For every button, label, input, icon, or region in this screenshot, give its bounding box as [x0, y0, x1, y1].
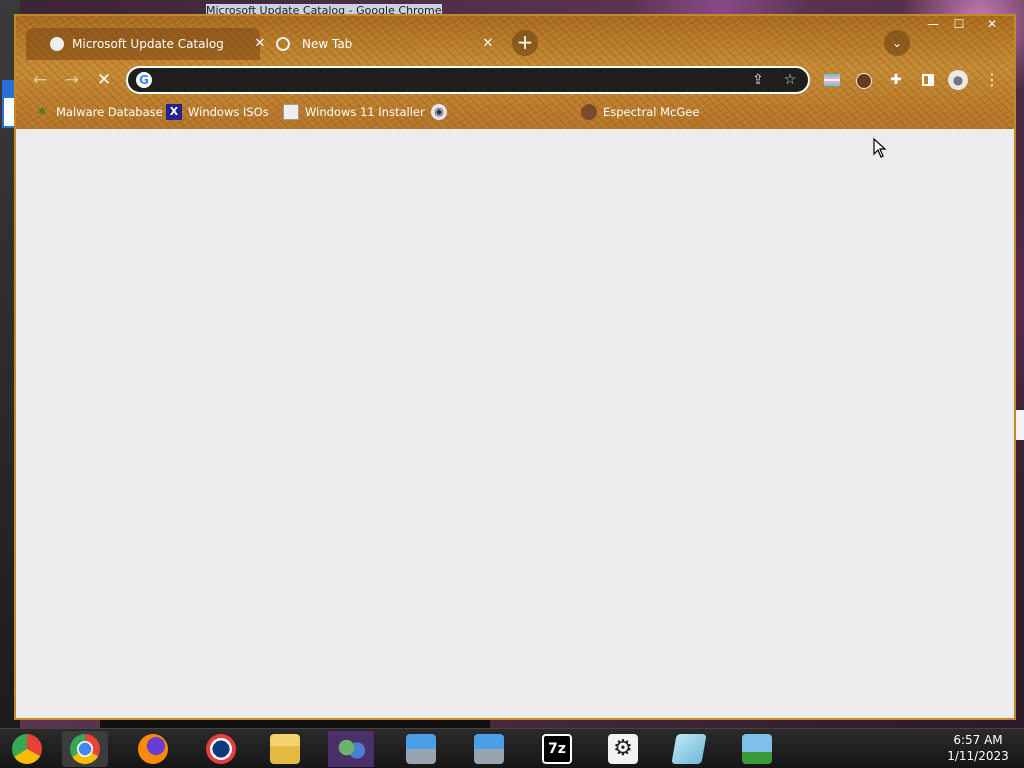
taskbar-7zip[interactable]: 7z — [534, 731, 580, 767]
close-tab-icon[interactable]: ✕ — [252, 28, 268, 60]
start-button[interactable] — [4, 731, 50, 767]
globe-icon — [50, 37, 64, 51]
back-button[interactable]: ← — [28, 68, 52, 92]
arrow-right-icon: → — [64, 70, 80, 90]
taskbar-notepad[interactable] — [666, 731, 712, 767]
browser-frame: — ☐ ✕ Microsoft Update Catalog ✕ New Tab… — [16, 16, 1014, 129]
tab-label: New Tab — [302, 37, 353, 51]
share-icon[interactable]: ⇪ — [748, 70, 768, 90]
taskbar-chrome[interactable] — [62, 731, 108, 767]
bookmark-label: Malware Database — [56, 105, 163, 119]
profile-button[interactable]: ● — [946, 68, 970, 92]
tab-microsoft-update-catalog[interactable]: Microsoft Update Catalog ✕ — [26, 28, 265, 60]
firefox-icon — [138, 734, 168, 764]
people-icon — [336, 734, 366, 764]
avatar-icon — [581, 104, 597, 120]
taskbar-file-explorer[interactable] — [262, 731, 308, 767]
profile-icon: ● — [948, 70, 968, 90]
extension-flag-icon[interactable] — [820, 68, 844, 92]
taskbar-firefox[interactable] — [130, 731, 176, 767]
taskbar-setup[interactable] — [398, 731, 444, 767]
google-icon: G — [136, 72, 152, 88]
page-content-area[interactable] — [16, 129, 1014, 718]
tab-new-tab[interactable]: New Tab ✕ — [272, 28, 506, 60]
stop-loading-button[interactable]: ✕ — [92, 68, 116, 92]
taskbar: 7z ⚙ 6:57 AM 1/11/2023 — [0, 728, 1024, 768]
chrome-icon — [70, 734, 100, 764]
more-vert-icon: ⋮ — [984, 70, 1000, 89]
bookmarks-bar: ✱ Malware Database X Windows ISOs Window… — [16, 100, 1014, 124]
menu-button[interactable]: ⋮ — [980, 68, 1004, 92]
bookmark-star-icon[interactable]: ☆ — [780, 70, 800, 90]
address-input[interactable] — [160, 71, 734, 91]
disc-icon: ◉ — [431, 104, 447, 120]
address-bar[interactable]: G ⇪ ☆ — [126, 66, 810, 94]
x-logo-icon: X — [166, 104, 182, 120]
clock-date: 1/11/2023 — [947, 749, 1009, 763]
bookmark-label: Espectral McGee — [603, 105, 700, 119]
gear-icon: ⚙ — [608, 734, 638, 764]
taskbar-people[interactable] — [328, 731, 374, 767]
bookmark-label: Windows 11 Installer — [305, 105, 425, 119]
system-clock[interactable]: 6:57 AM 1/11/2023 — [940, 732, 1016, 764]
installer-icon — [283, 104, 299, 120]
clock-time: 6:57 AM — [953, 733, 1003, 747]
background-window-element — [4, 98, 14, 126]
taskbar-setup[interactable] — [466, 731, 512, 767]
chrome-window: — ☐ ✕ Microsoft Update Catalog ✕ New Tab… — [14, 14, 1016, 720]
taskbar-sync[interactable] — [734, 731, 780, 767]
close-tab-icon[interactable]: ✕ — [480, 28, 496, 60]
7zip-icon: 7z — [542, 734, 572, 764]
bookmark-label: Windows ISOs — [188, 105, 269, 119]
minimize-button[interactable]: — — [922, 16, 944, 32]
setup-icon — [474, 734, 504, 764]
close-window-button[interactable]: ✕ — [976, 16, 1008, 32]
background-window-edge — [1016, 410, 1024, 440]
tab-label: Microsoft Update Catalog — [72, 37, 224, 51]
taskbar-opera[interactable] — [198, 731, 244, 767]
folder-icon — [270, 734, 300, 764]
arrow-left-icon: ← — [32, 70, 48, 90]
tab-search-button[interactable]: ⌄ — [884, 30, 910, 56]
chevron-down-icon: ⌄ — [891, 36, 903, 50]
taskbar-settings[interactable]: ⚙ — [600, 731, 646, 767]
maximize-button[interactable]: ☐ — [948, 16, 970, 32]
forward-button[interactable]: → — [60, 68, 84, 92]
start-orb-icon — [12, 734, 42, 764]
opera-icon — [206, 734, 236, 764]
side-panel-icon[interactable] — [916, 68, 940, 92]
malware-bug-icon: ✱ — [37, 105, 47, 118]
notepad-icon — [671, 734, 707, 764]
new-tab-button[interactable]: + — [512, 30, 538, 56]
extension-avatar-icon[interactable] — [852, 68, 876, 92]
setup-icon — [406, 734, 436, 764]
chrome-icon — [276, 37, 290, 51]
extensions-puzzle-icon[interactable]: ✚ — [884, 68, 908, 92]
close-icon: ✕ — [96, 70, 112, 90]
sync-icon — [742, 734, 772, 764]
